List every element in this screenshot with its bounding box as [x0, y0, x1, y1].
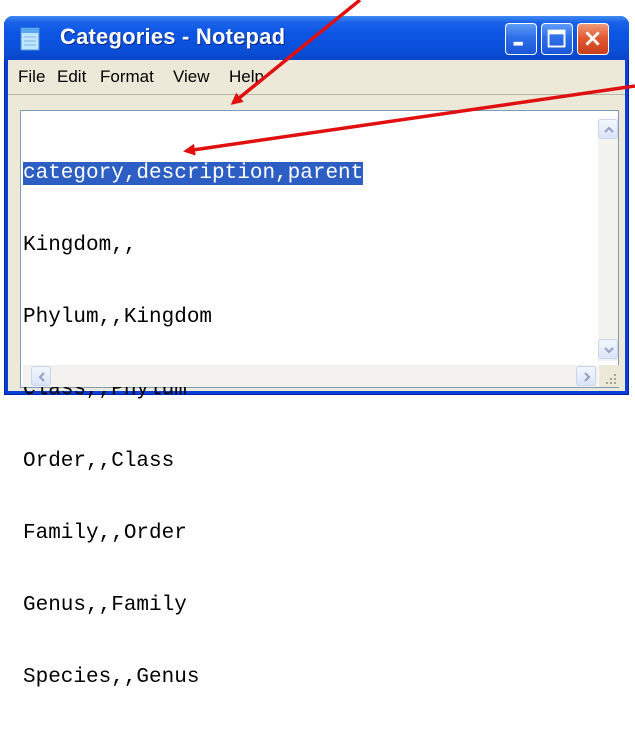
menu-file[interactable]: File: [18, 67, 45, 87]
scroll-left-button[interactable]: [31, 366, 51, 386]
editor-text[interactable]: category,description,parent Kingdom,, Ph…: [23, 114, 364, 738]
vertical-scrollbar[interactable]: [598, 119, 618, 361]
minimize-icon: [513, 41, 523, 46]
scroll-right-button[interactable]: [576, 366, 596, 386]
text-line[interactable]: Family,,Order: [23, 522, 363, 546]
horizontal-scrollbar[interactable]: [23, 365, 598, 387]
close-button[interactable]: [577, 23, 609, 55]
text-line[interactable]: Kingdom,,: [23, 234, 363, 258]
menu-format[interactable]: Format: [100, 67, 154, 87]
maximize-icon: [547, 29, 566, 48]
chevron-right-icon: [584, 372, 591, 382]
menu-edit[interactable]: Edit: [57, 67, 86, 87]
menu-bar: File Edit Format View Help: [8, 60, 625, 95]
notepad-icon: [20, 27, 40, 51]
chevron-left-icon: [38, 372, 45, 382]
text-editor[interactable]: category,description,parent Kingdom,, Ph…: [20, 110, 619, 689]
chevron-up-icon: [604, 126, 614, 133]
window-title: Categories - Notepad: [60, 24, 286, 49]
maximize-button[interactable]: [541, 23, 573, 55]
minimize-button[interactable]: [505, 23, 537, 55]
title-bar[interactable]: Categories - Notepad: [4, 16, 629, 60]
resize-grip-icon: [606, 374, 616, 384]
resize-grip[interactable]: [599, 365, 619, 387]
chevron-down-icon: [604, 347, 614, 354]
scroll-up-button[interactable]: [598, 119, 618, 139]
client-area: category,description,parent Kingdom,, Ph…: [8, 95, 625, 689]
text-line[interactable]: Phylum,,Kingdom: [23, 306, 363, 330]
menu-view[interactable]: View: [173, 67, 210, 87]
close-icon: [585, 31, 600, 46]
notepad-window: Categories - Notepad File Edit Format Vi…: [4, 16, 629, 689]
text-line-selected[interactable]: category,description,parent: [23, 162, 364, 186]
text-line[interactable]: Order,,Class: [23, 450, 363, 474]
scroll-down-button[interactable]: [598, 339, 618, 359]
selected-text[interactable]: category,description,parent: [23, 162, 364, 185]
menu-help[interactable]: Help: [229, 67, 264, 87]
text-line[interactable]: Species,,Genus: [23, 666, 363, 690]
text-line[interactable]: Genus,,Family: [23, 594, 363, 618]
